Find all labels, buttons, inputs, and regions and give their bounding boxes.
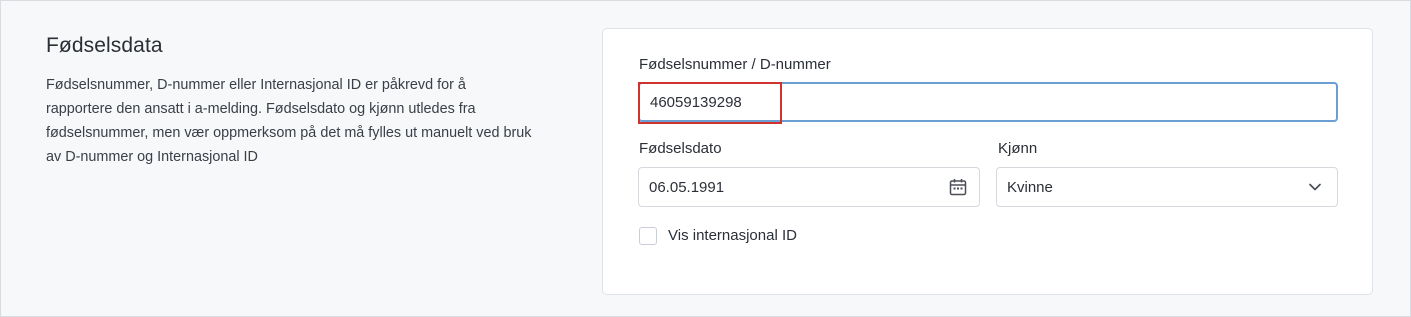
intl-id-checkbox[interactable]: [639, 227, 657, 245]
chevron-down-icon[interactable]: [1306, 178, 1324, 196]
birthdate-input[interactable]: 06.05.1991: [638, 167, 980, 207]
gender-label: Kjønn: [998, 140, 1038, 157]
id-number-value: 46059139298: [650, 93, 742, 111]
intl-id-checkbox-label[interactable]: Vis internasjonal ID: [668, 227, 797, 244]
section-description: Fødselsnummer, D-nummer eller Internasjo…: [46, 77, 532, 165]
gender-select[interactable]: Kvinne: [996, 167, 1338, 207]
section-info: Fødselsdata Fødselsnummer, D-nummer elle…: [46, 34, 536, 169]
birthdate-value: 06.05.1991: [649, 178, 725, 196]
id-number-input[interactable]: 46059139298: [638, 82, 1338, 122]
birthdate-label: Fødselsdato: [639, 140, 722, 157]
section-title: Fødselsdata: [46, 34, 163, 57]
gender-value: Kvinne: [1007, 178, 1053, 196]
id-number-label: Fødselsnummer / D-nummer: [639, 56, 831, 73]
page-frame: Fødselsdata Fødselsnummer, D-nummer elle…: [0, 0, 1411, 317]
calendar-icon[interactable]: [948, 177, 968, 197]
birth-data-card: Fødselsnummer / D-nummer 46059139298 Fød…: [602, 28, 1373, 295]
